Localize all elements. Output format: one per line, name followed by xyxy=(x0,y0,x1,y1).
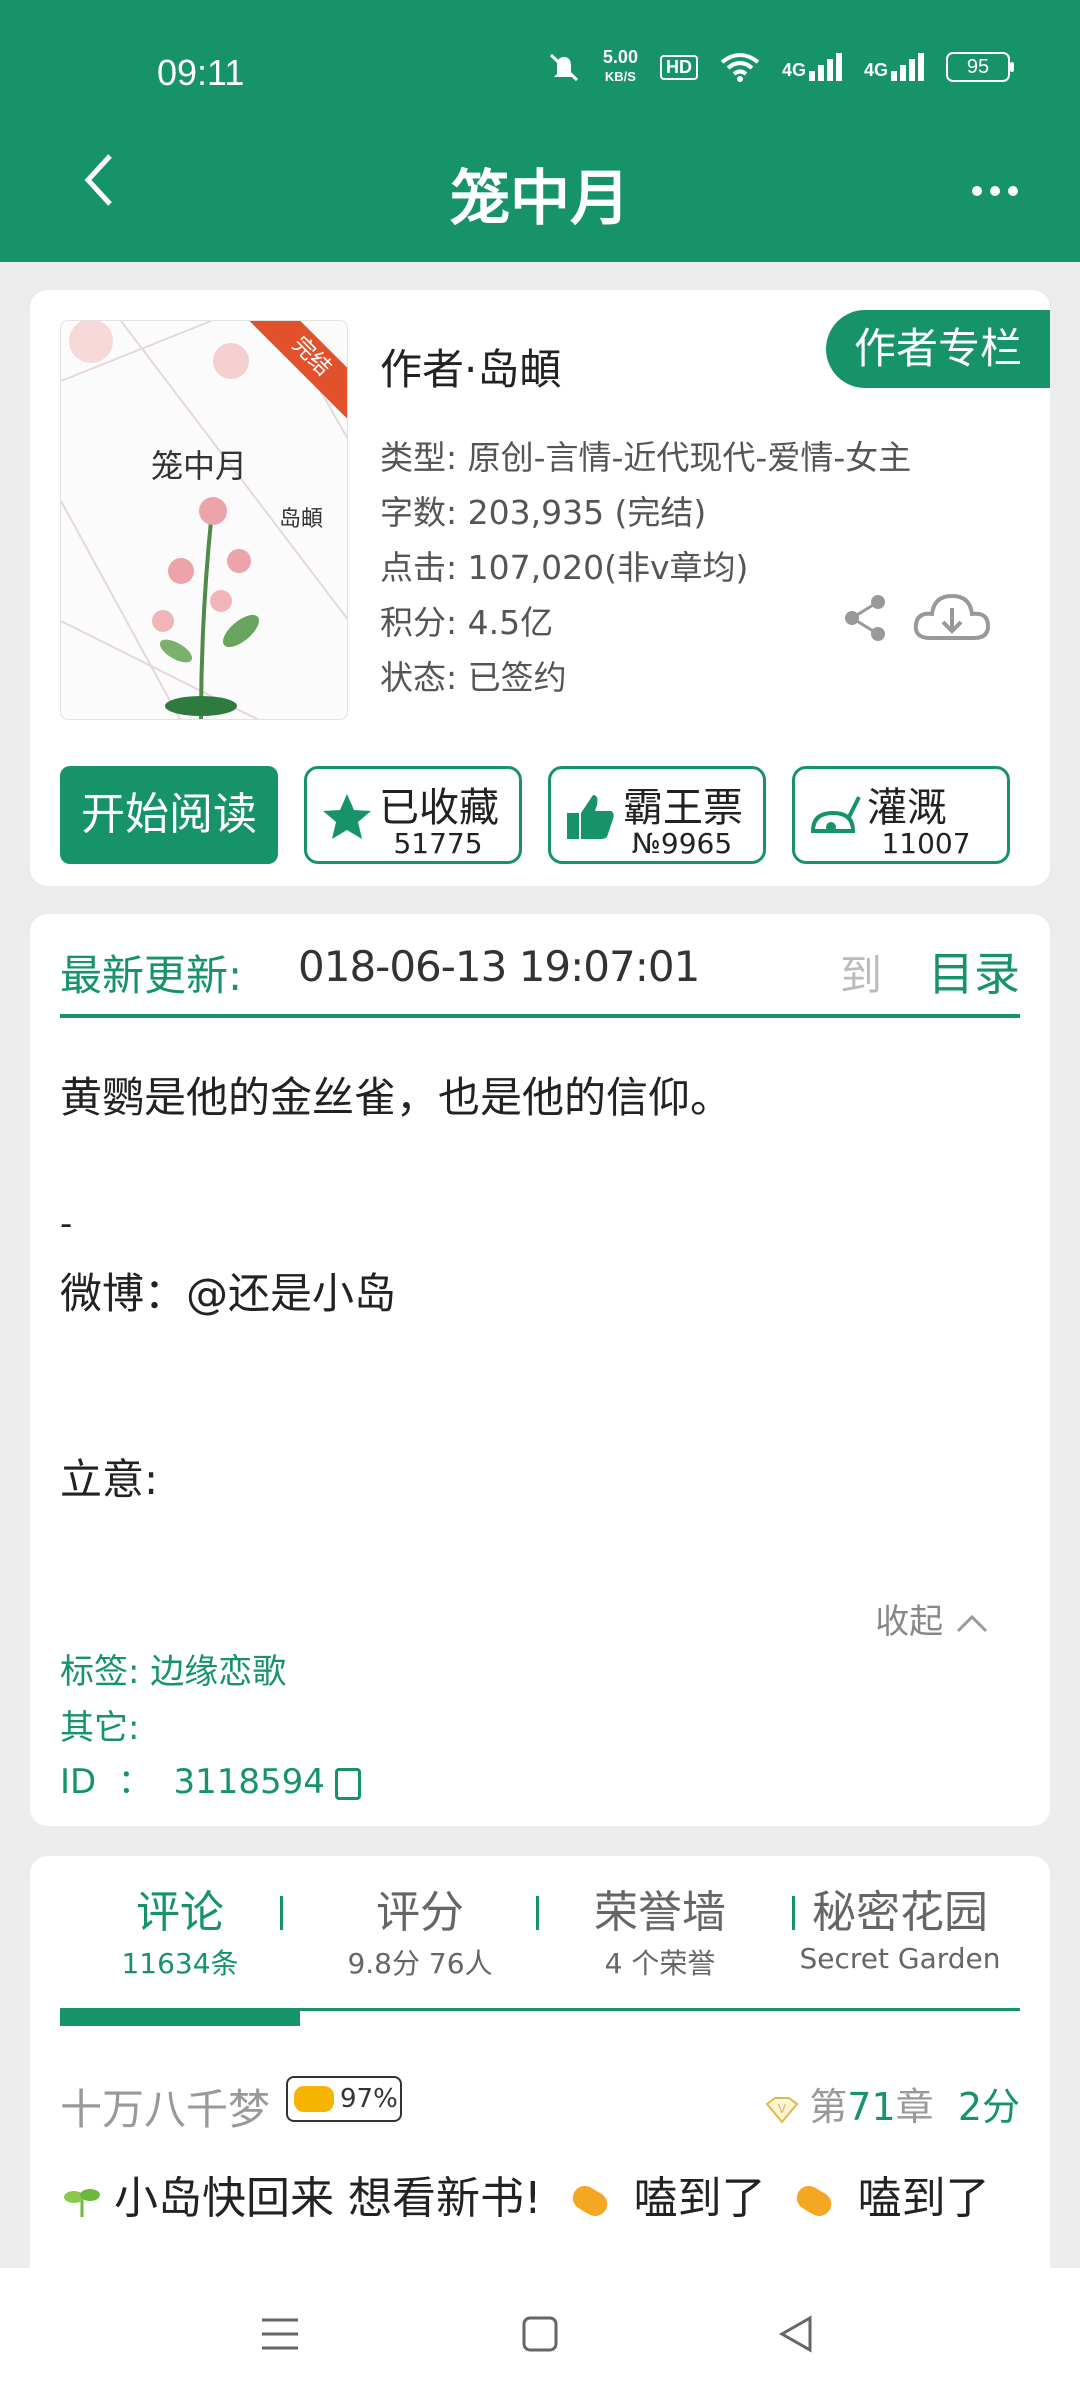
cover-title: 笼中月 xyxy=(151,447,248,485)
tab-title: 评分 xyxy=(376,1887,464,1938)
tab-separator xyxy=(280,1896,283,1930)
vip-diamond-icon: V xyxy=(765,2096,799,2124)
collect-count: 51775 xyxy=(393,827,483,860)
comment-text: 小岛快回来 想看新书! 嗑到了 嗑到了 xyxy=(60,2162,990,2226)
back-nav-icon[interactable] xyxy=(776,2314,816,2354)
collapse-button[interactable]: 收起 xyxy=(875,1594,990,1643)
collapse-label: 收起 xyxy=(875,1602,944,1642)
tag-link[interactable]: 边缘恋歌 xyxy=(150,1652,286,1692)
active-tab-indicator xyxy=(60,2008,300,2026)
gold-ingot-icon xyxy=(294,2086,334,2112)
sprout-icon xyxy=(64,2189,100,2217)
signal-icon-2: 4G xyxy=(864,53,924,81)
book-status: 状态: 已签约 xyxy=(380,658,567,697)
battery-icon: 95 xyxy=(946,52,1014,82)
commenter-name[interactable]: 十万八千梦 xyxy=(60,2076,270,2137)
hd-icon: HD xyxy=(659,54,698,80)
tab-subtitle: 9.8分 76人 xyxy=(347,1947,493,1980)
tab-title: 荣誉墙 xyxy=(594,1887,726,1938)
tab-separator xyxy=(792,1896,795,1930)
download-cloud-icon[interactable] xyxy=(910,586,994,650)
wifi-icon xyxy=(720,52,760,82)
status-time: 09:11 xyxy=(157,52,245,93)
water-label: 灌溉 xyxy=(867,785,947,831)
share-icon[interactable] xyxy=(838,590,894,646)
desc-weibo: 微博：@还是小岛 xyxy=(60,1269,397,1318)
tab-title: 秘密花园 xyxy=(812,1887,988,1938)
chapter-prefix: 第 xyxy=(809,2085,848,2129)
book-cover[interactable]: 笼中月 岛頔 完结 xyxy=(60,320,348,720)
book-words: 字数: 203,935 (完结) xyxy=(380,493,707,532)
toc-link[interactable]: 目录 xyxy=(928,938,1020,1004)
comments-card: 评论 11634条 评分 9.8分 76人 荣誉墙 4 个荣誉 秘密花园 Secret … xyxy=(30,1856,1050,2316)
home-icon[interactable] xyxy=(520,2314,560,2354)
collect-button[interactable]: 已收藏 51775 xyxy=(304,766,522,864)
water-button[interactable]: 灌溉 11007 xyxy=(792,766,1010,864)
id-label: ID ： xyxy=(60,1762,152,1802)
description-card: 最新更新: 018-06-13 19:07:01 到 目录 黄鹦是他的金丝雀，也… xyxy=(30,914,1050,1826)
status-icons: 5.00 KB/S HD 4G 4G 95 xyxy=(547,47,1014,86)
ticket-count: №9965 xyxy=(631,827,733,860)
desc-intent: 立意: xyxy=(60,1455,159,1504)
tab-separator xyxy=(536,1896,539,1930)
chapter-number: 71 xyxy=(847,2085,896,2129)
system-nav-bar xyxy=(0,2268,1080,2400)
start-reading-button[interactable]: 开始阅读 xyxy=(60,766,278,864)
book-details: 类型: 原创-言情-近代现代-爱情-女主 字数: 203,935 (完结) 点击… xyxy=(380,430,911,705)
more-icon[interactable] xyxy=(970,170,1020,200)
tab-subtitle: Secret Garden xyxy=(799,1942,1001,1975)
latest-update-fragment: 到 xyxy=(840,951,883,1000)
comment-score: 2分 xyxy=(957,2085,1020,2129)
comment-line-3: 嗑到了 xyxy=(857,2173,990,2224)
ticket-label: 霸王票 xyxy=(623,785,743,831)
net-speed: 5.00 KB/S xyxy=(602,47,638,84)
signal-icon-1: 4G xyxy=(782,53,842,81)
other-label: 其它: xyxy=(60,1708,140,1748)
candy-icon xyxy=(792,2181,836,2221)
gold-badge: 97% xyxy=(286,2076,402,2122)
tab-bar: 评论 11634条 评分 9.8分 76人 荣誉墙 4 个荣誉 秘密花园 Secret … xyxy=(60,1876,1020,1982)
svg-text:V: V xyxy=(778,2102,787,2116)
book-info-card: 笼中月 岛頔 完结 作者·岛頔 作者专栏 类型: 原创-言情-近代现代-爱情-女… xyxy=(30,290,1050,886)
app-header: 09:11 5.00 KB/S HD 4G 4G 95 笼中月 xyxy=(0,0,1080,262)
tab-comments[interactable]: 评论 11634条 xyxy=(60,1876,300,1982)
gold-badge-value: 97% xyxy=(340,2084,398,2114)
tab-subtitle: 4 个荣誉 xyxy=(604,1947,716,1980)
desc-line-2: - xyxy=(60,1204,73,1244)
tags-row: 标签: 边缘恋歌 xyxy=(60,1644,286,1693)
tab-secret-garden[interactable]: 秘密花园 Secret Garden xyxy=(780,1876,1020,1982)
book-clicks: 点击: 107,020(非v章均) xyxy=(380,548,749,587)
author-name[interactable]: 作者·岛頔 xyxy=(380,336,561,397)
collect-label: 已收藏 xyxy=(379,785,499,831)
book-type: 类型: 原创-言情-近代现代-爱情-女主 xyxy=(380,438,912,477)
chevron-up-icon xyxy=(956,1614,988,1632)
candy-icon xyxy=(568,2181,612,2221)
comment-line-2: 嗑到了 xyxy=(633,2173,766,2224)
latest-update-date[interactable]: 018-06-13 19:07:01 xyxy=(298,942,700,991)
book-score: 积分: 4.5亿 xyxy=(380,603,554,642)
id-value: 3118594 xyxy=(173,1762,325,1802)
chapter-suffix: 章 xyxy=(895,2085,934,2129)
cover-author: 岛頔 xyxy=(279,507,324,532)
id-row: ID ： 3118594 xyxy=(60,1754,361,1803)
desc-line-1: 黄鹦是他的金丝雀，也是他的信仰。 xyxy=(60,1073,733,1122)
action-buttons: 开始阅读 已收藏 51775 霸王票 №9965 灌溉 11007 xyxy=(60,766,1010,864)
water-count: 11007 xyxy=(881,827,971,860)
copy-icon[interactable] xyxy=(334,1767,361,1800)
tags-label: 标签: xyxy=(60,1652,140,1692)
comment-line-1: 小岛快回来 想看新书! xyxy=(114,2173,542,2224)
menu-icon[interactable] xyxy=(260,2314,300,2354)
latest-update-label: 最新更新: xyxy=(60,951,243,1000)
tab-title: 评论 xyxy=(136,1887,224,1938)
tab-honor-wall[interactable]: 荣誉墙 4 个荣誉 xyxy=(540,1876,780,1982)
page-title: 笼中月 xyxy=(450,164,630,234)
author-column-button[interactable]: 作者专栏 xyxy=(825,310,1050,388)
divider xyxy=(60,1014,1020,1018)
tab-rating[interactable]: 评分 9.8分 76人 xyxy=(300,1876,540,1982)
comment-chapter: V 第71章 2分 xyxy=(765,2076,1020,2131)
mute-icon xyxy=(547,52,581,82)
ticket-button[interactable]: 霸王票 №9965 xyxy=(548,766,766,864)
tab-subtitle: 11634条 xyxy=(121,1947,239,1980)
